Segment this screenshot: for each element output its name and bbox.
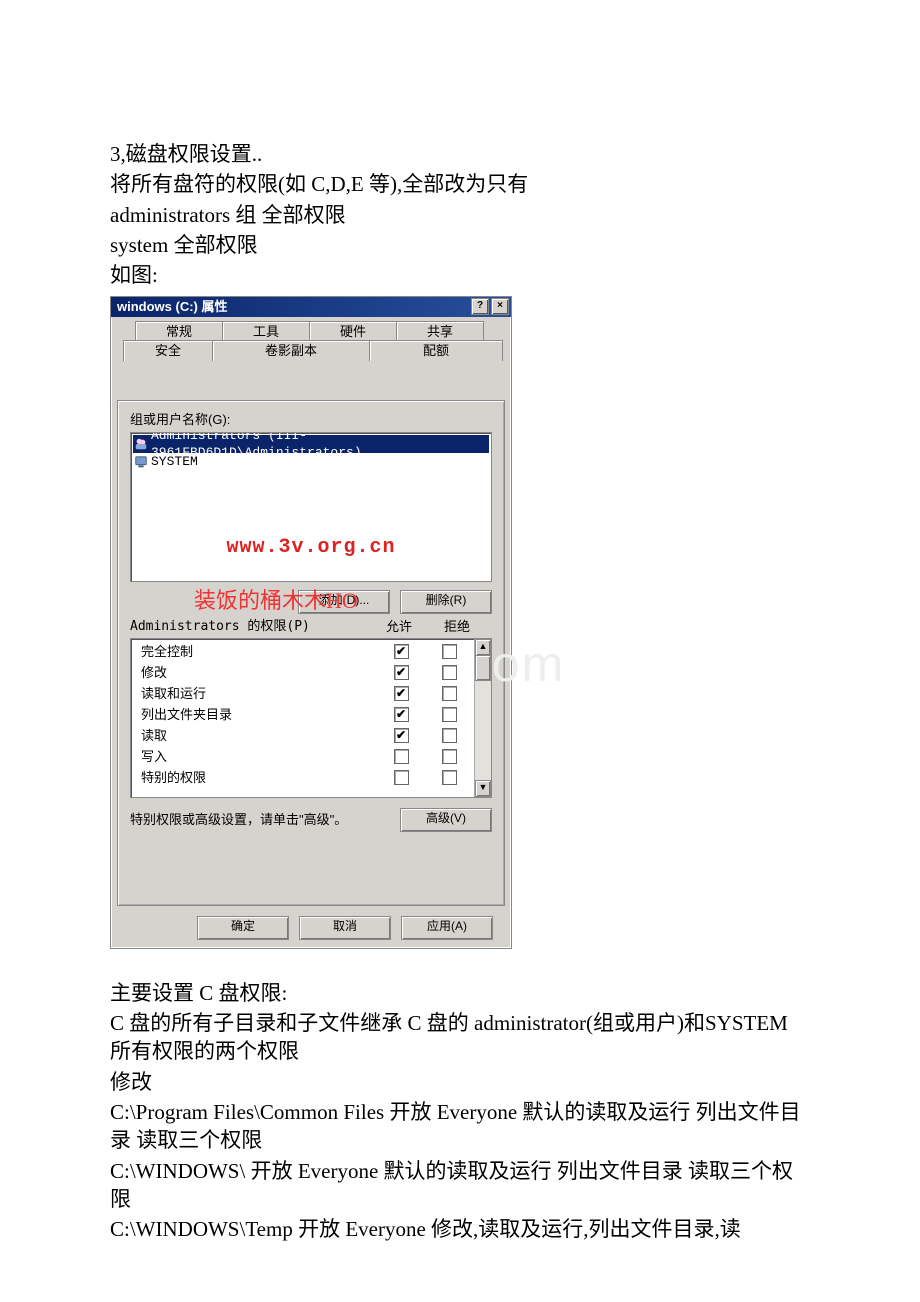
permission-row: 完全控制 ✔ (141, 641, 473, 662)
allow-checkbox[interactable] (394, 770, 409, 785)
permission-row: 读取和运行 ✔ (141, 683, 473, 704)
tab-quota[interactable]: 配额 (369, 340, 503, 361)
permission-name: 读取 (141, 727, 377, 745)
scroll-up-button[interactable]: ▲ (475, 639, 491, 656)
group-icon (134, 437, 148, 451)
permission-row: 特别的权限 (141, 767, 473, 788)
deny-checkbox[interactable] (442, 728, 457, 743)
list-item[interactable]: Administrators (III-3961FBD6D1D\Administ… (133, 435, 489, 453)
remove-button[interactable]: 删除(R) (400, 590, 492, 614)
help-button[interactable]: ? (471, 298, 489, 315)
allow-checkbox[interactable]: ✔ (394, 644, 409, 659)
tab-general[interactable]: 常规 (135, 321, 223, 342)
scroll-thumb[interactable] (475, 655, 491, 681)
allow-checkbox[interactable]: ✔ (394, 665, 409, 680)
deny-checkbox[interactable] (442, 665, 457, 680)
allow-checkbox[interactable]: ✔ (394, 686, 409, 701)
intro-line-2: 将所有盘符的权限(如 C,D,E 等),全部改为只有 (110, 170, 810, 198)
security-panel: www.bdocx.com 组或用户名称(G): Administrators … (117, 400, 505, 906)
tab-strip: 常规 工具 硬件 共享 安全 卷影副本 配额 (117, 321, 505, 361)
add-button[interactable]: 添加(D)... (298, 590, 390, 614)
users-listbox[interactable]: Administrators (III-3961FBD6D1D\Administ… (130, 432, 492, 582)
deny-checkbox[interactable] (442, 686, 457, 701)
permission-name: 列出文件夹目录 (141, 706, 377, 724)
deny-checkbox[interactable] (442, 770, 457, 785)
list-item-label: Administrators (III-3961FBD6D1D\Administ… (151, 432, 488, 462)
window-title: windows (C:) 属性 (117, 298, 228, 316)
permission-row: 列出文件夹目录 ✔ (141, 704, 473, 725)
outro-line: C:\WINDOWS\ 开放 Everyone 默认的读取及运行 列出文件目录 … (110, 1157, 810, 1214)
permissions-listbox[interactable]: 完全控制 ✔ 修改 ✔ 读取和运行 ✔ 列出文件夹目录 ✔ 读取 ✔ 写入特别的权限 ▲ ▼ (130, 638, 492, 798)
close-button[interactable]: × (491, 298, 509, 315)
tab-sharing[interactable]: 共享 (396, 321, 484, 342)
watermark-url: www.3v.org.cn (131, 534, 491, 561)
outro-line: C:\WINDOWS\Temp 开放 Everyone 修改,读取及运行,列出文… (110, 1215, 810, 1243)
allow-checkbox[interactable]: ✔ (394, 707, 409, 722)
advanced-hint: 特别权限或高级设置，请单击"高级"。 (130, 811, 347, 829)
outro-line: C 盘的所有子目录和子文件继承 C 盘的 administrator(组或用户)… (110, 1009, 810, 1066)
group-users-label: 组或用户名称(G): (130, 411, 492, 429)
deny-checkbox[interactable] (442, 749, 457, 764)
permission-name: 完全控制 (141, 643, 377, 661)
permission-row: 修改 ✔ (141, 662, 473, 683)
outro-line: C:\Program Files\Common Files 开放 Everyon… (110, 1098, 810, 1155)
column-allow-label: 允许 (386, 618, 412, 636)
allow-checkbox[interactable] (394, 749, 409, 764)
list-item-label: SYSTEM (151, 453, 198, 471)
tab-shadow-copies[interactable]: 卷影副本 (212, 340, 370, 361)
intro-line-1: 3,磁盘权限设置.. (110, 140, 810, 168)
tab-hardware[interactable]: 硬件 (309, 321, 397, 342)
permission-row: 读取 ✔ (141, 725, 473, 746)
deny-checkbox[interactable] (442, 707, 457, 722)
tab-tools[interactable]: 工具 (222, 321, 310, 342)
cancel-button[interactable]: 取消 (299, 916, 391, 940)
permission-name: 特别的权限 (141, 769, 377, 787)
system-icon (134, 455, 148, 469)
ok-button[interactable]: 确定 (197, 916, 289, 940)
allow-checkbox[interactable]: ✔ (394, 728, 409, 743)
properties-dialog: windows (C:) 属性 ? × 常规 工具 硬件 共享 安全 卷影副本 … (110, 296, 512, 949)
titlebar: windows (C:) 属性 ? × (111, 297, 511, 317)
apply-button[interactable]: 应用(A) (401, 916, 493, 940)
permission-name: 写入 (141, 748, 377, 766)
tab-security[interactable]: 安全 (123, 340, 213, 361)
advanced-button[interactable]: 高级(V) (400, 808, 492, 832)
permission-name: 修改 (141, 664, 377, 682)
outro-line: 主要设置 C 盘权限: (110, 979, 810, 1007)
column-deny-label: 拒绝 (444, 618, 470, 636)
scroll-down-button[interactable]: ▼ (475, 780, 491, 797)
scrollbar[interactable]: ▲ ▼ (474, 639, 491, 797)
intro-line-4: system 全部权限 (110, 231, 810, 259)
deny-checkbox[interactable] (442, 644, 457, 659)
permission-name: 读取和运行 (141, 685, 377, 703)
intro-line-5: 如图: (110, 261, 810, 289)
intro-line-3: administrators 组 全部权限 (110, 201, 810, 229)
permissions-owner-label: Administrators 的权限(P) (130, 618, 310, 636)
outro-line: 修改 (110, 1068, 810, 1096)
permission-row: 写入 (141, 746, 473, 767)
